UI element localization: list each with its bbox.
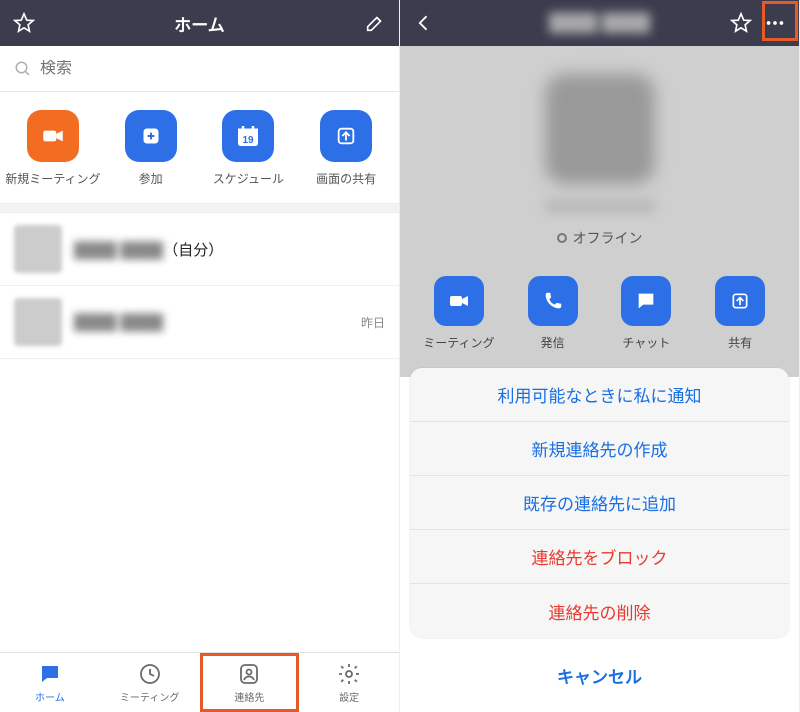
tab-label: 連絡先 [234, 689, 264, 704]
tile-share-screen[interactable]: 画面の共有 [299, 110, 393, 187]
plus-icon [125, 110, 177, 162]
share-up-icon [320, 110, 372, 162]
action-label: チャット [622, 334, 670, 351]
tile-label: スケジュール [213, 170, 284, 187]
more-icon[interactable] [763, 11, 787, 35]
contact-name-title: ████ ████ [472, 13, 727, 33]
page-title: ホーム [72, 11, 327, 36]
action-call[interactable]: 発信 [511, 276, 595, 351]
contact-name [545, 198, 655, 214]
chat-name: ████ ████ [74, 314, 163, 331]
header-right [727, 11, 787, 35]
tile-join[interactable]: 参加 [104, 110, 198, 187]
tab-label: ホーム [35, 689, 65, 704]
contact-actions: ミーティング 発信 チャット 共有 [400, 266, 799, 377]
option-delete-contact[interactable]: 連絡先の削除 [410, 584, 789, 638]
contact-icon [236, 661, 262, 687]
tab-meetings[interactable]: ミーティング [100, 653, 200, 712]
back-icon[interactable] [412, 11, 436, 35]
contact-detail-screen: ████ ████ オフライン ミーティング [400, 0, 800, 712]
profile-section: オフライン [400, 46, 799, 266]
star-icon[interactable] [12, 11, 36, 35]
action-sheet-options: 利用可能なときに私に通知 新規連絡先の作成 既存の連絡先に追加 連絡先をブロック… [410, 368, 789, 638]
cancel-button[interactable]: キャンセル [410, 648, 789, 702]
tab-label: ミーティング [120, 689, 179, 704]
search-bar[interactable] [0, 46, 399, 92]
action-meeting[interactable]: ミーティング [417, 276, 501, 351]
chat-list: ████ ████（自分） ████ ████ 昨日 [0, 213, 399, 359]
tile-schedule[interactable]: 19 スケジュール [201, 110, 295, 187]
tile-label: 参加 [139, 170, 163, 187]
tab-home[interactable]: ホーム [0, 653, 100, 712]
header-right [327, 11, 387, 35]
tile-label: 新規ミーティング [5, 170, 100, 187]
presence-dot-icon [557, 233, 567, 243]
list-item[interactable]: ████ ████（自分） [0, 213, 399, 286]
action-sheet: 利用可能なときに私に通知 新規連絡先の作成 既存の連絡先に追加 連絡先をブロック… [400, 368, 799, 712]
tab-settings[interactable]: 設定 [299, 653, 399, 712]
chat-timestamp: 昨日 [361, 314, 385, 331]
header-left [412, 11, 472, 35]
presence-label: オフライン [573, 228, 643, 248]
tab-label: 設定 [339, 689, 359, 704]
action-chat[interactable]: チャット [604, 276, 688, 351]
tile-label: 画面の共有 [316, 170, 376, 187]
svg-text:19: 19 [243, 135, 255, 146]
header-left [12, 11, 72, 35]
search-input[interactable] [40, 60, 385, 78]
action-label: ミーティング [423, 334, 494, 351]
presence-status: オフライン [557, 228, 643, 248]
tab-contacts[interactable]: 連絡先 [200, 653, 300, 712]
share-up-icon [715, 276, 765, 326]
gear-icon [336, 661, 362, 687]
calendar-icon: 19 [222, 110, 274, 162]
video-icon [27, 110, 79, 162]
option-create-contact[interactable]: 新規連絡先の作成 [410, 422, 789, 476]
action-label: 共有 [728, 334, 752, 351]
option-block-contact[interactable]: 連絡先をブロック [410, 530, 789, 584]
option-notify-when-available[interactable]: 利用可能なときに私に通知 [410, 368, 789, 422]
search-icon [14, 60, 32, 78]
list-item[interactable]: ████ ████ 昨日 [0, 286, 399, 359]
star-icon[interactable] [729, 11, 753, 35]
option-add-existing-contact[interactable]: 既存の連絡先に追加 [410, 476, 789, 530]
tab-bar: ホーム ミーティング 連絡先 設定 [0, 652, 399, 712]
clock-icon [137, 661, 163, 687]
action-share[interactable]: 共有 [698, 276, 782, 351]
chat-bubble-icon [621, 276, 671, 326]
chat-name: ████ ████（自分） [74, 239, 223, 260]
video-icon [434, 276, 484, 326]
tile-new-meeting[interactable]: 新規ミーティング [6, 110, 100, 187]
header: ████ ████ [400, 0, 799, 46]
avatar [14, 225, 62, 273]
phone-icon [528, 276, 578, 326]
chat-bubble-icon [37, 661, 63, 687]
avatar [545, 74, 655, 184]
avatar [14, 298, 62, 346]
header: ホーム [0, 0, 399, 46]
home-screen: ホーム 新規ミーティング 参加 19 ス [0, 0, 400, 712]
compose-icon[interactable] [363, 11, 387, 35]
divider [0, 203, 399, 213]
action-tiles: 新規ミーティング 参加 19 スケジュール 画面の共有 [0, 92, 399, 203]
action-label: 発信 [541, 334, 565, 351]
